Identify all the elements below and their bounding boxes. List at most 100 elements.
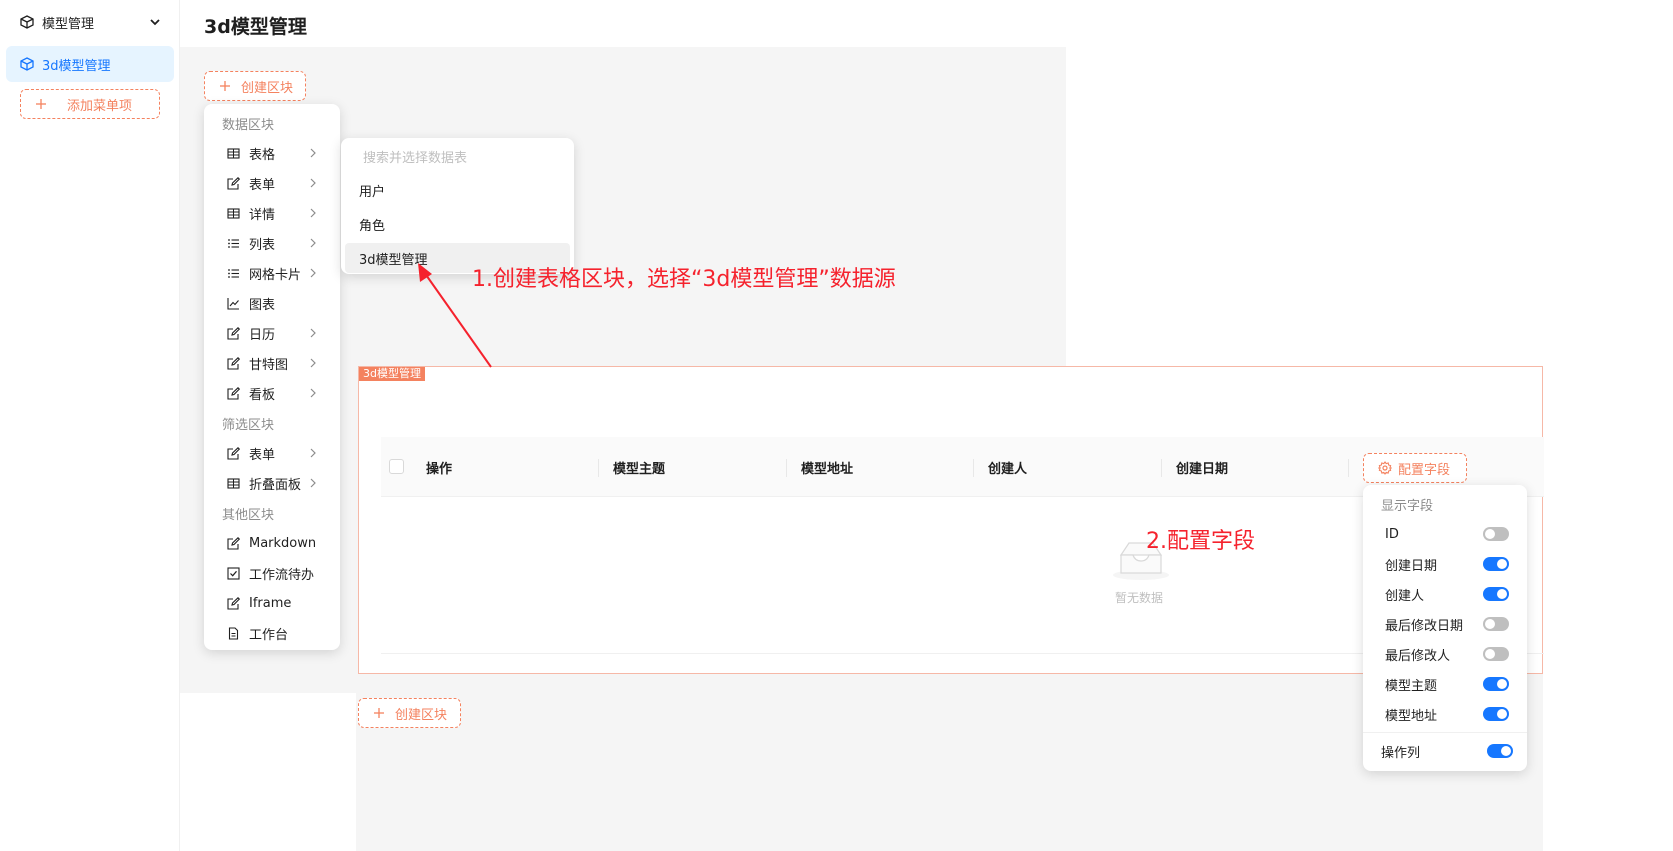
- annotation-step-2: 2.配置字段: [1146, 529, 1255, 554]
- menu-item-data-7[interactable]: 甘特图: [204, 348, 340, 378]
- field-row[interactable]: 模型地址: [1385, 699, 1509, 729]
- column-header-creator[interactable]: 创建人: [988, 437, 1027, 497]
- edit-icon: [226, 536, 240, 550]
- menu-item-other-3[interactable]: 工作台: [204, 618, 340, 648]
- toggle-switch[interactable]: [1483, 707, 1509, 721]
- menu-item-data-5[interactable]: 图表: [204, 288, 340, 318]
- create-block-button-bottom[interactable]: 创建区块: [358, 698, 461, 728]
- configure-fields-label: 配置字段: [1398, 462, 1451, 478]
- column-divider: [1161, 459, 1162, 477]
- field-label: 操作列: [1381, 745, 1421, 761]
- block-tag: 3d模型管理: [359, 367, 425, 381]
- field-row[interactable]: 创建人: [1385, 579, 1509, 609]
- menu-item-label: 列表: [249, 237, 276, 253]
- toggle-switch[interactable]: [1483, 677, 1509, 691]
- collection-search-input[interactable]: 搜索并选择数据表: [363, 146, 467, 166]
- edit-icon: [226, 356, 240, 370]
- menu-item-data-0[interactable]: 表格: [204, 138, 340, 168]
- menu-item-label: 表格: [249, 147, 276, 163]
- toggle-switch[interactable]: [1487, 744, 1513, 758]
- menu-item-other-0[interactable]: Markdown: [204, 528, 340, 558]
- field-row[interactable]: 模型主题: [1385, 669, 1509, 699]
- chevron-right-icon: [308, 147, 318, 159]
- toggle-switch[interactable]: [1483, 647, 1509, 661]
- column-divider: [973, 459, 974, 477]
- field-label: 创建日期: [1385, 558, 1438, 574]
- chevron-right-icon: [308, 237, 318, 249]
- menu-item-data-2[interactable]: 详情: [204, 198, 340, 228]
- menu-item-other-1[interactable]: 工作流待办: [204, 558, 340, 588]
- chevron-right-icon: [308, 177, 318, 189]
- toggle-switch[interactable]: [1483, 557, 1509, 571]
- select-all-checkbox[interactable]: [389, 459, 404, 474]
- column-header-model-address[interactable]: 模型地址: [801, 437, 853, 497]
- field-row[interactable]: ID: [1385, 519, 1509, 549]
- menu-group-other-blocks: 其他区块: [222, 507, 275, 523]
- column-divider: [1348, 459, 1349, 477]
- field-label: 创建人: [1385, 588, 1425, 604]
- sidebar-group-label: 模型管理: [42, 16, 95, 32]
- menu-item-filter-1[interactable]: 折叠面板: [204, 468, 340, 498]
- menu-item-label: 折叠面板: [249, 477, 302, 493]
- submenu-item-roles[interactable]: 角色: [345, 209, 570, 239]
- fields-divider: [1363, 732, 1527, 733]
- menu-item-label: 详情: [249, 207, 276, 223]
- edit-icon: [226, 176, 240, 190]
- submenu-item-users[interactable]: 用户: [345, 175, 570, 205]
- menu-item-data-8[interactable]: 看板: [204, 378, 340, 408]
- menu-item-label: Iframe: [249, 595, 292, 611]
- menu-item-filter-0[interactable]: 表单: [204, 438, 340, 468]
- menu-item-label: 网格卡片: [249, 267, 302, 283]
- chevron-down-icon[interactable]: [149, 16, 161, 28]
- sidebar-item-3d-model[interactable]: 3d模型管理: [6, 46, 174, 82]
- chevron-right-icon: [308, 447, 318, 459]
- menu-group-data-blocks: 数据区块: [222, 117, 275, 133]
- sidebar-group-model-management[interactable]: 模型管理: [0, 0, 180, 44]
- add-menu-item-label: 添加菜单项: [67, 98, 133, 114]
- add-menu-item-button[interactable]: 添加菜单项: [20, 89, 160, 119]
- plus-icon: [36, 99, 46, 109]
- menu-item-label: 看板: [249, 387, 276, 403]
- block-type-menu: 数据区块 筛选区块 其他区块 表格 表单 详情 列表 网格卡片 图表 日历 甘特图 看板 表单 折叠…: [204, 104, 340, 650]
- toggle-switch[interactable]: [1483, 587, 1509, 601]
- field-label: 模型地址: [1385, 708, 1438, 724]
- column-header-actions[interactable]: 操作: [426, 437, 452, 497]
- field-row-actions[interactable]: 操作列: [1381, 736, 1513, 766]
- menu-item-data-6[interactable]: 日历: [204, 318, 340, 348]
- display-fields-title: 显示字段: [1381, 499, 1434, 514]
- collection-submenu: 搜索并选择数据表 用户 角色 3d模型管理: [341, 138, 574, 274]
- edit-icon: [226, 446, 240, 460]
- configure-fields-button[interactable]: 配置字段: [1363, 453, 1467, 483]
- field-label: ID: [1385, 526, 1399, 542]
- field-label: 最后修改日期: [1385, 618, 1464, 634]
- menu-group-filter-blocks: 筛选区块: [222, 417, 275, 433]
- menu-item-label: 甘特图: [249, 357, 289, 373]
- menu-item-label: 表单: [249, 177, 276, 193]
- field-row[interactable]: 最后修改日期: [1385, 609, 1509, 639]
- table-icon: [226, 206, 240, 220]
- edit-icon: [226, 386, 240, 400]
- table-icon: [226, 476, 240, 490]
- field-row[interactable]: 创建日期: [1385, 549, 1509, 579]
- create-block-label: 创建区块: [395, 707, 448, 723]
- empty-text: 暂无数据: [1115, 591, 1164, 605]
- menu-item-data-4[interactable]: 网格卡片: [204, 258, 340, 288]
- column-header-created-date[interactable]: 创建日期: [1176, 437, 1228, 497]
- create-block-button-top[interactable]: 创建区块: [204, 71, 306, 101]
- column-header-model-topic[interactable]: 模型主题: [613, 437, 665, 497]
- toggle-switch[interactable]: [1483, 617, 1509, 631]
- edit-icon: [226, 596, 240, 610]
- table-icon: [226, 146, 240, 160]
- menu-item-data-1[interactable]: 表单: [204, 168, 340, 198]
- column-divider: [598, 459, 599, 477]
- annotation-step-1: 1.创建表格区块，选择“3d模型管理”数据源: [472, 267, 896, 292]
- field-row[interactable]: 最后修改人: [1385, 639, 1509, 669]
- menu-item-label: Markdown: [249, 535, 317, 551]
- list-icon: [226, 236, 240, 250]
- sidebar: 模型管理 3d模型管理 添加菜单项: [0, 0, 180, 851]
- menu-item-label: 工作台: [249, 627, 289, 643]
- menu-item-data-3[interactable]: 列表: [204, 228, 340, 258]
- menu-item-other-2[interactable]: Iframe: [204, 588, 340, 618]
- model-icon: [20, 15, 34, 29]
- toggle-switch[interactable]: [1483, 527, 1509, 541]
